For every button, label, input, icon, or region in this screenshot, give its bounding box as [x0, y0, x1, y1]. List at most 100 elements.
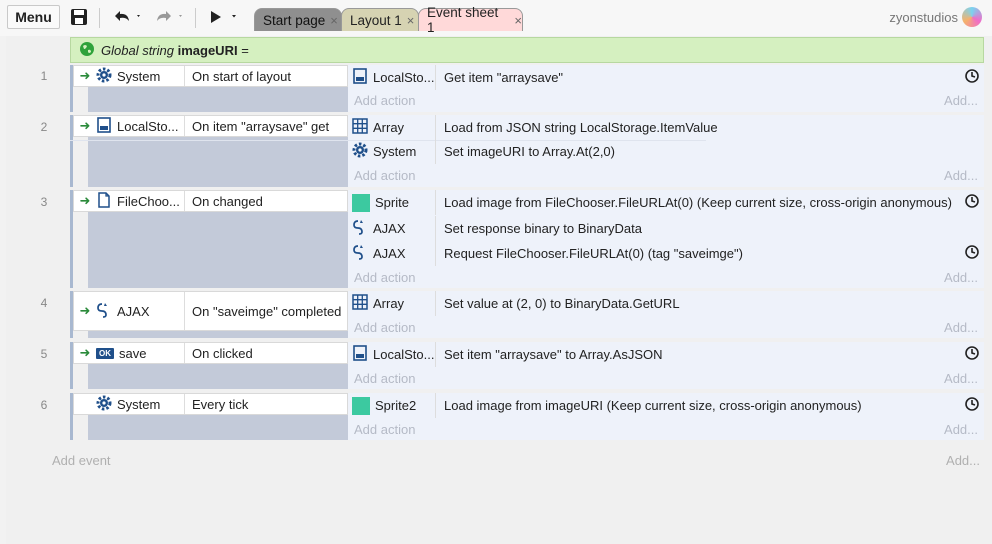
- trigger-arrow-icon: ➜: [79, 118, 91, 133]
- add-action-link[interactable]: Add action: [354, 168, 415, 183]
- add-more-link[interactable]: Add...: [944, 93, 978, 108]
- toolbar-divider: [99, 8, 100, 28]
- storage-icon: [352, 345, 368, 364]
- condition-area: [88, 87, 348, 112]
- add-action-link[interactable]: Add action: [354, 270, 415, 285]
- menu-button[interactable]: Menu: [7, 5, 60, 29]
- array-grid-icon: [352, 118, 368, 137]
- redo-icon[interactable]: [150, 6, 186, 28]
- action-text: Set imageURI to Array.At(2,0): [444, 144, 615, 159]
- add-more-link[interactable]: Add...: [944, 270, 978, 285]
- add-action-link[interactable]: Add action: [354, 320, 415, 335]
- global-name: imageURI: [177, 42, 238, 58]
- add-more-link[interactable]: Add...: [944, 422, 978, 437]
- action-object: AJAX: [373, 221, 406, 236]
- event-number: 4: [40, 296, 48, 310]
- add-more-link[interactable]: Add...: [944, 168, 978, 183]
- add-more-link[interactable]: Add...: [944, 371, 978, 386]
- condition-object: LocalSto...: [117, 118, 179, 134]
- global-suffix: =: [241, 42, 249, 58]
- action-object: System: [373, 144, 417, 159]
- action-object: Array: [373, 120, 405, 135]
- tab-label: Start page: [263, 12, 326, 28]
- tab-start-page[interactable]: Start page ×: [254, 8, 342, 31]
- action-object: AJAX: [373, 246, 406, 261]
- event-sheet: [6, 36, 992, 544]
- condition[interactable]: ➜ LocalSto... On item "arraysave" get: [73, 115, 348, 137]
- condition-area: [88, 331, 348, 338]
- toolbar: Menu Start page × Layout 1 × Event sheet 1…: [0, 0, 992, 36]
- tab-layout-1[interactable]: Layout 1 ×: [341, 8, 419, 31]
- action[interactable]: LocalSto... Get item "arraysave": [348, 65, 984, 90]
- action[interactable]: LocalSto... Set item "arraysave" to Arra…: [348, 342, 984, 367]
- close-icon[interactable]: ×: [514, 13, 522, 28]
- sprite-icon: [352, 396, 370, 415]
- play-icon[interactable]: [206, 6, 242, 28]
- brand-logo: [962, 7, 982, 27]
- action[interactable]: Sprite2 Load image from imageURI (Keep c…: [348, 393, 984, 418]
- action[interactable]: Array Set value at (2, 0) to BinaryData.…: [348, 291, 984, 316]
- trigger-arrow-icon: ➜: [79, 345, 91, 360]
- event-block[interactable]: ➜ LocalSto... On item "arraysave" get Ar…: [70, 115, 984, 187]
- trigger-arrow-icon: ➜: [79, 303, 91, 318]
- action[interactable]: AJAX Set response binary to BinaryData: [348, 216, 984, 241]
- action[interactable]: Sprite Load image from FileChooser.FileU…: [348, 190, 984, 215]
- action[interactable]: Array Load from JSON string LocalStorage…: [348, 115, 984, 140]
- action-text: Set response binary to BinaryData: [444, 221, 642, 236]
- condition-text: On start of layout: [184, 66, 347, 86]
- ajax-icon: [352, 219, 368, 238]
- condition-object: save: [119, 345, 147, 361]
- condition-text: On "saveimge" completed: [184, 292, 347, 330]
- event-block[interactable]: ➜ OK save On clicked LocalSto... Set item…: [70, 342, 984, 389]
- toolbar-divider: [195, 8, 196, 28]
- storage-icon: [352, 68, 368, 87]
- condition-text: Every tick: [184, 394, 347, 414]
- tab-event-sheet-1[interactable]: Event sheet 1 ×: [418, 5, 523, 35]
- file-icon: [96, 191, 112, 211]
- event-number: 6: [40, 398, 48, 412]
- event-block[interactable]: ➜ System On start of layout LocalSto... …: [70, 65, 984, 112]
- condition[interactable]: System Every tick: [73, 393, 348, 415]
- add-action-link[interactable]: Add action: [354, 422, 415, 437]
- add-action-link[interactable]: Add action: [354, 93, 415, 108]
- global-prefix: Global string: [101, 42, 174, 58]
- add-more-link[interactable]: Add...: [944, 320, 978, 335]
- event-block[interactable]: ➜ AJAX On "saveimge" completed Array Set…: [70, 291, 984, 338]
- condition[interactable]: ➜ FileChoo... On changed: [73, 190, 348, 212]
- global-variable[interactable]: Global string imageURI =: [70, 37, 984, 63]
- undo-icon[interactable]: [110, 6, 144, 28]
- condition[interactable]: ➜ AJAX On "saveimge" completed: [73, 291, 348, 331]
- add-event-link[interactable]: Add event: [52, 453, 111, 468]
- add-action-link[interactable]: Add action: [354, 371, 415, 386]
- globe-icon: [79, 41, 95, 60]
- event-block[interactable]: System Every tick Sprite2 Load image fro…: [70, 393, 984, 440]
- close-icon[interactable]: ×: [407, 13, 415, 28]
- condition-text: On changed: [184, 191, 347, 211]
- action[interactable]: System Set imageURI to Array.At(2,0): [348, 139, 984, 164]
- close-icon[interactable]: ×: [330, 13, 338, 28]
- add-event-more-link[interactable]: Add...: [946, 453, 980, 468]
- button-ok-icon: OK: [96, 347, 114, 359]
- condition[interactable]: ➜ System On start of layout: [73, 65, 348, 87]
- event-number: 2: [40, 120, 48, 134]
- condition-area: [88, 364, 348, 389]
- action-text: Set value at (2, 0) to BinaryData.GetURL: [444, 296, 680, 311]
- condition-object: FileChoo...: [117, 193, 180, 209]
- event-block[interactable]: ➜ FileChoo... On changed Sprite Load ima…: [70, 190, 984, 288]
- clock-icon: [964, 193, 980, 212]
- condition-text: On item "arraysave" get: [184, 116, 347, 136]
- gear-icon: [96, 395, 112, 414]
- ajax-icon: [96, 302, 112, 321]
- brand-name: zyonstudios: [889, 10, 958, 25]
- action-text: Load image from FileChooser.FileURLAt(0)…: [444, 195, 952, 210]
- action-text: Load image from imageURI (Keep current s…: [444, 398, 862, 413]
- condition-object: AJAX: [117, 303, 150, 319]
- ajax-icon: [352, 244, 368, 263]
- clock-icon: [964, 244, 980, 263]
- save-icon[interactable]: [68, 6, 90, 28]
- condition-area: [88, 415, 348, 440]
- condition-area: [88, 212, 348, 288]
- action[interactable]: AJAX Request FileChooser.FileURLAt(0) (t…: [348, 241, 984, 266]
- condition[interactable]: ➜ OK save On clicked: [73, 342, 348, 364]
- gear-icon: [352, 142, 368, 161]
